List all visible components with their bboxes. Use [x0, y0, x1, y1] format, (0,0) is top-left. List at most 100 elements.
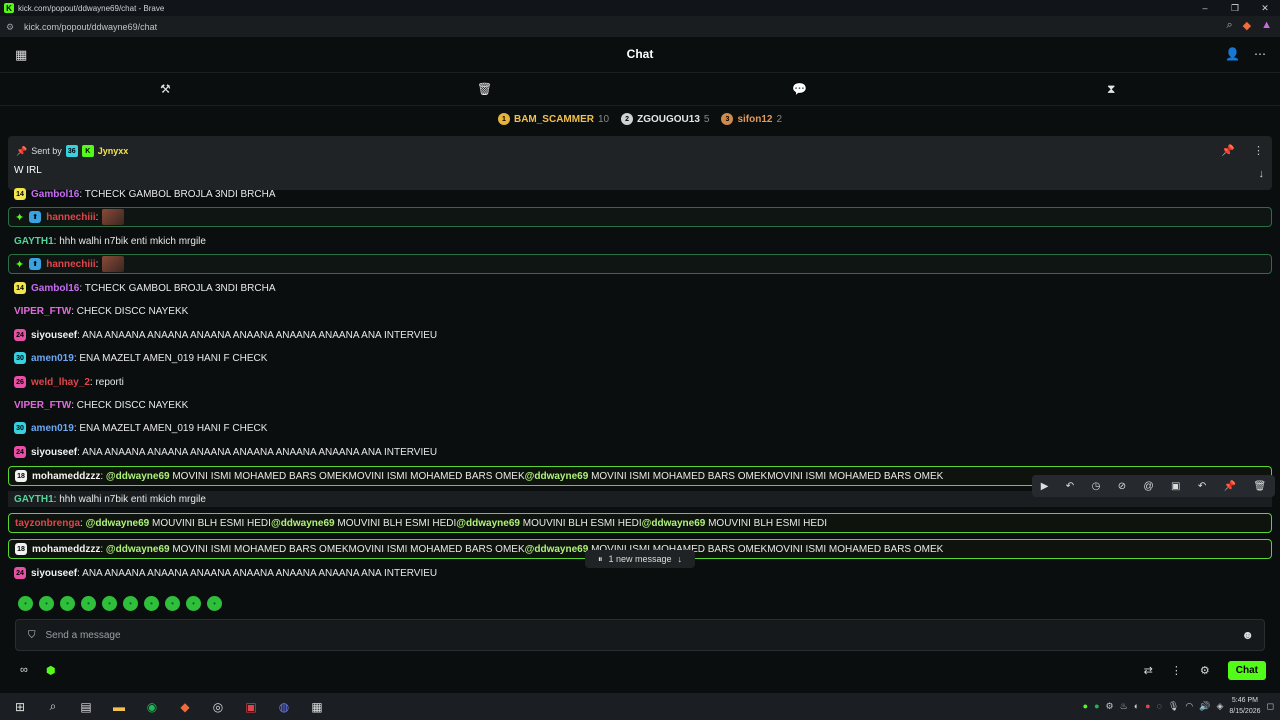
tray-icon[interactable]: ◌ [1157, 701, 1162, 711]
delete-icon[interactable]: 🗑 [1253, 481, 1266, 492]
message-username[interactable]: hannechiii [46, 212, 95, 223]
users-icon[interactable]: 👤 [1225, 47, 1240, 61]
message-username[interactable]: siyouseef [31, 330, 77, 341]
unpin-icon[interactable]: 📌 [1221, 144, 1235, 157]
message-username[interactable]: Gambol16 [31, 189, 79, 200]
brave-rewards-icon[interactable]: ▲ [1261, 19, 1272, 32]
maximize-button[interactable]: ❐ [1220, 0, 1250, 16]
file-explorer-icon[interactable]: ▬ [109, 697, 129, 717]
tray-icon[interactable]: ◐ [1134, 701, 1139, 711]
notifications-icon[interactable]: ◻ [1267, 701, 1274, 712]
copy-icon[interactable]: ▣ [1171, 481, 1180, 492]
mention[interactable]: @ddwayne69 [642, 518, 706, 529]
windows-start-icon[interactable]: ⊞ [10, 697, 30, 717]
input-placeholder[interactable]: Send a message [46, 630, 121, 641]
chat-message[interactable]: VIPER_FTW: CHECK DISCC NAYEKK [8, 397, 1272, 413]
brave-shield-icon[interactable]: ◆ [1243, 19, 1251, 32]
timeout-icon[interactable]: ◷ [1092, 481, 1101, 492]
zoom-icon[interactable]: ⌕ [1226, 19, 1232, 32]
pinned-more-icon[interactable]: ⋮ [1253, 144, 1264, 157]
expand-arrow-icon[interactable]: ↓ [1259, 168, 1265, 180]
emote-icon[interactable]: • [18, 596, 33, 611]
emote-icon[interactable]: • [123, 596, 138, 611]
chat-send-button[interactable]: Chat [1227, 661, 1266, 680]
store-icon[interactable]: ▤ [76, 697, 96, 717]
chat-message[interactable]: 24 siyouseef: ANA ANAANA ANAANA ANAANA AN… [8, 327, 1272, 343]
mention[interactable]: @ddwayne69 [106, 471, 170, 482]
chat-message[interactable]: 26 weld_lhay_2: reporti [8, 374, 1272, 390]
message-username[interactable]: mohameddzzz [32, 471, 100, 482]
search-icon[interactable]: ⌕ [43, 697, 63, 717]
message-username[interactable]: Gambol16 [31, 283, 79, 294]
clear-chat-icon[interactable]: 🗑 [477, 82, 492, 96]
mention[interactable]: @ddwayne69 [525, 471, 589, 482]
system-clock[interactable]: 5:46 PM 8/15/2026 [1229, 695, 1260, 717]
tray-icon[interactable]: ⚙ [1106, 701, 1114, 712]
mention-icon[interactable]: @ [1143, 481, 1153, 492]
undo-icon[interactable]: ↶ [1198, 481, 1206, 492]
message-username[interactable]: mohameddzzz [32, 544, 100, 555]
mention[interactable]: @ddwayne69 [106, 544, 170, 555]
leaderboard-entry[interactable]: 2 ZGOUGOU13 5 [621, 113, 709, 125]
chat-message[interactable]: VIPER_FTW: CHECK DISCC NAYEKK [8, 303, 1272, 319]
emote-icon[interactable]: • [207, 596, 222, 611]
wifi-icon[interactable]: ◠ [1185, 701, 1193, 712]
pin-message-icon[interactable]: 📌 [1224, 481, 1236, 492]
chat-message[interactable]: tayzonbrenga: @ddwayne69 MOUVINI BLH ESM… [8, 513, 1272, 533]
emote-icon[interactable]: • [165, 596, 180, 611]
message-username[interactable]: tayzonbrenga [15, 518, 80, 529]
tray-icon[interactable]: ● [1094, 701, 1099, 711]
message-username[interactable]: VIPER_FTW [14, 400, 71, 411]
mention[interactable]: @ddwayne69 [456, 518, 520, 529]
message-username[interactable]: GAYTH1 [14, 494, 54, 505]
mention[interactable]: @ddwayne69 [271, 518, 335, 529]
emote-icon[interactable]: • [144, 596, 159, 611]
leaderboard-user[interactable]: ZGOUGOU13 [637, 114, 700, 125]
kick-coin-icon[interactable]: ⬢ [46, 664, 56, 677]
loop-icon[interactable]: ∞ [20, 664, 28, 677]
tray-icon[interactable]: ◈ [1216, 701, 1223, 712]
obs-icon[interactable]: ◎ [208, 697, 228, 717]
swap-icon[interactable]: ⇄ [1144, 664, 1153, 677]
message-username[interactable]: GAYTH1 [14, 236, 54, 247]
chat-message[interactable]: ✦ ⬆ hannechiii: [8, 207, 1272, 227]
chat-mode-icon[interactable]: 💬 [792, 82, 807, 96]
discord-icon[interactable]: ◍ [274, 697, 294, 717]
close-button[interactable]: ✕ [1250, 0, 1280, 16]
spotify-icon[interactable]: ◉ [142, 697, 162, 717]
chat-message[interactable]: ✦ ⬆ hannechiii: [8, 254, 1272, 274]
tray-icon[interactable]: ● [1145, 701, 1150, 711]
emote-icon[interactable]: • [81, 596, 96, 611]
microphone-icon[interactable]: 🎙 [1168, 701, 1179, 712]
emote-icon[interactable]: • [60, 596, 75, 611]
chat-message[interactable]: 30 amen019: ENA MAZELT AMEN_019 HANI F CH… [8, 420, 1272, 436]
message-username[interactable]: siyouseef [31, 568, 77, 579]
brave-icon[interactable]: ◆ [175, 697, 195, 717]
menu-dots-icon[interactable]: ⋮ [1171, 664, 1182, 677]
ban-hammer-icon[interactable]: ⚒ [160, 82, 171, 96]
video-editor-icon[interactable]: ▣ [241, 697, 261, 717]
leaderboard-entry[interactable]: 1 BAM_SCAMMER 10 [497, 113, 609, 125]
url-text[interactable]: kick.com/popout/ddwayne69/chat [24, 22, 157, 32]
chat-message[interactable]: 14 Gambol16: TCHECK GAMBOL BROJLA 3NDI BR… [8, 280, 1272, 296]
steam-icon[interactable]: ♨ [1120, 701, 1128, 712]
message-username[interactable]: siyouseef [31, 447, 77, 458]
emote-icon[interactable]: • [186, 596, 201, 611]
chat-message[interactable]: 24 siyouseef: ANA ANAANA ANAANA ANAANA AN… [8, 444, 1272, 460]
leaderboard-user[interactable]: BAM_SCAMMER [514, 114, 594, 125]
chat-input[interactable]: ⛉ Send a message ☻ [15, 619, 1265, 651]
calculator-icon[interactable]: ▦ [307, 697, 327, 717]
emote-icon[interactable]: • [102, 596, 117, 611]
chat-message[interactable]: 30 amen019: ENA MAZELT AMEN_019 HANI F CH… [8, 350, 1272, 366]
volume-icon[interactable]: 🔊 [1199, 701, 1210, 712]
minimize-button[interactable]: – [1190, 0, 1220, 16]
reply-icon[interactable]: ↶ [1066, 481, 1074, 492]
message-username[interactable]: amen019 [31, 353, 74, 364]
message-username[interactable]: hannechiii [46, 259, 95, 270]
more-icon[interactable]: ⋯ [1254, 47, 1266, 61]
message-username[interactable]: VIPER_FTW [14, 306, 71, 317]
mention[interactable]: @ddwayne69 [86, 518, 150, 529]
slow-mode-icon[interactable]: ⧗ [1107, 82, 1115, 97]
mention[interactable]: @ddwayne69 [525, 544, 589, 555]
leaderboard-entry[interactable]: 3 sifon12 2 [721, 113, 782, 125]
